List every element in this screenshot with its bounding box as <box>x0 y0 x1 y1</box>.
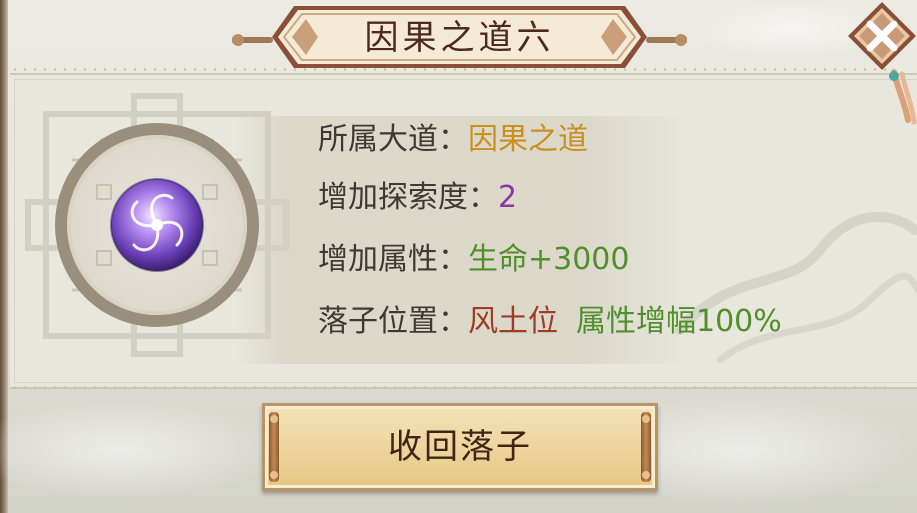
dialog-title: 因果之道六 <box>364 18 555 58</box>
position-bonus: 属性增幅100% <box>576 304 782 339</box>
game-dialog: 所属大道：因果之道 增加探索度：2 增加属性：生命+3000 落子位置：风土位属… <box>0 0 917 513</box>
cloud-decoration <box>0 400 280 500</box>
path-label: 所属大道： <box>318 122 468 157</box>
close-button[interactable] <box>846 0 917 140</box>
purple-orb-icon <box>110 178 204 272</box>
info-row-attribute: 增加属性：生命+3000 <box>318 238 629 282</box>
position-value: 风土位 <box>468 304 558 339</box>
position-label: 落子位置： <box>318 304 468 339</box>
orb-emblem <box>25 93 289 357</box>
ink-wash-decoration <box>675 211 917 364</box>
path-value: 因果之道 <box>468 122 588 157</box>
exploration-value: 2 <box>498 180 518 215</box>
dialog-title-banner: 因果之道六 <box>232 2 687 72</box>
attribute-value: 生命+3000 <box>468 242 630 277</box>
info-row-path: 所属大道：因果之道 <box>318 118 588 162</box>
recall-piece-label: 收回落子 <box>388 427 532 467</box>
info-row-exploration: 增加探索度：2 <box>318 176 517 220</box>
close-x-icon[interactable] <box>846 0 917 140</box>
info-row-position: 落子位置：风土位 属性增幅100% <box>318 300 782 344</box>
recall-piece-button[interactable]: 收回落子 <box>262 403 658 491</box>
exploration-label: 增加探索度： <box>318 180 498 215</box>
attribute-label: 增加属性： <box>318 242 468 277</box>
panel-divider-bottom <box>10 386 890 389</box>
